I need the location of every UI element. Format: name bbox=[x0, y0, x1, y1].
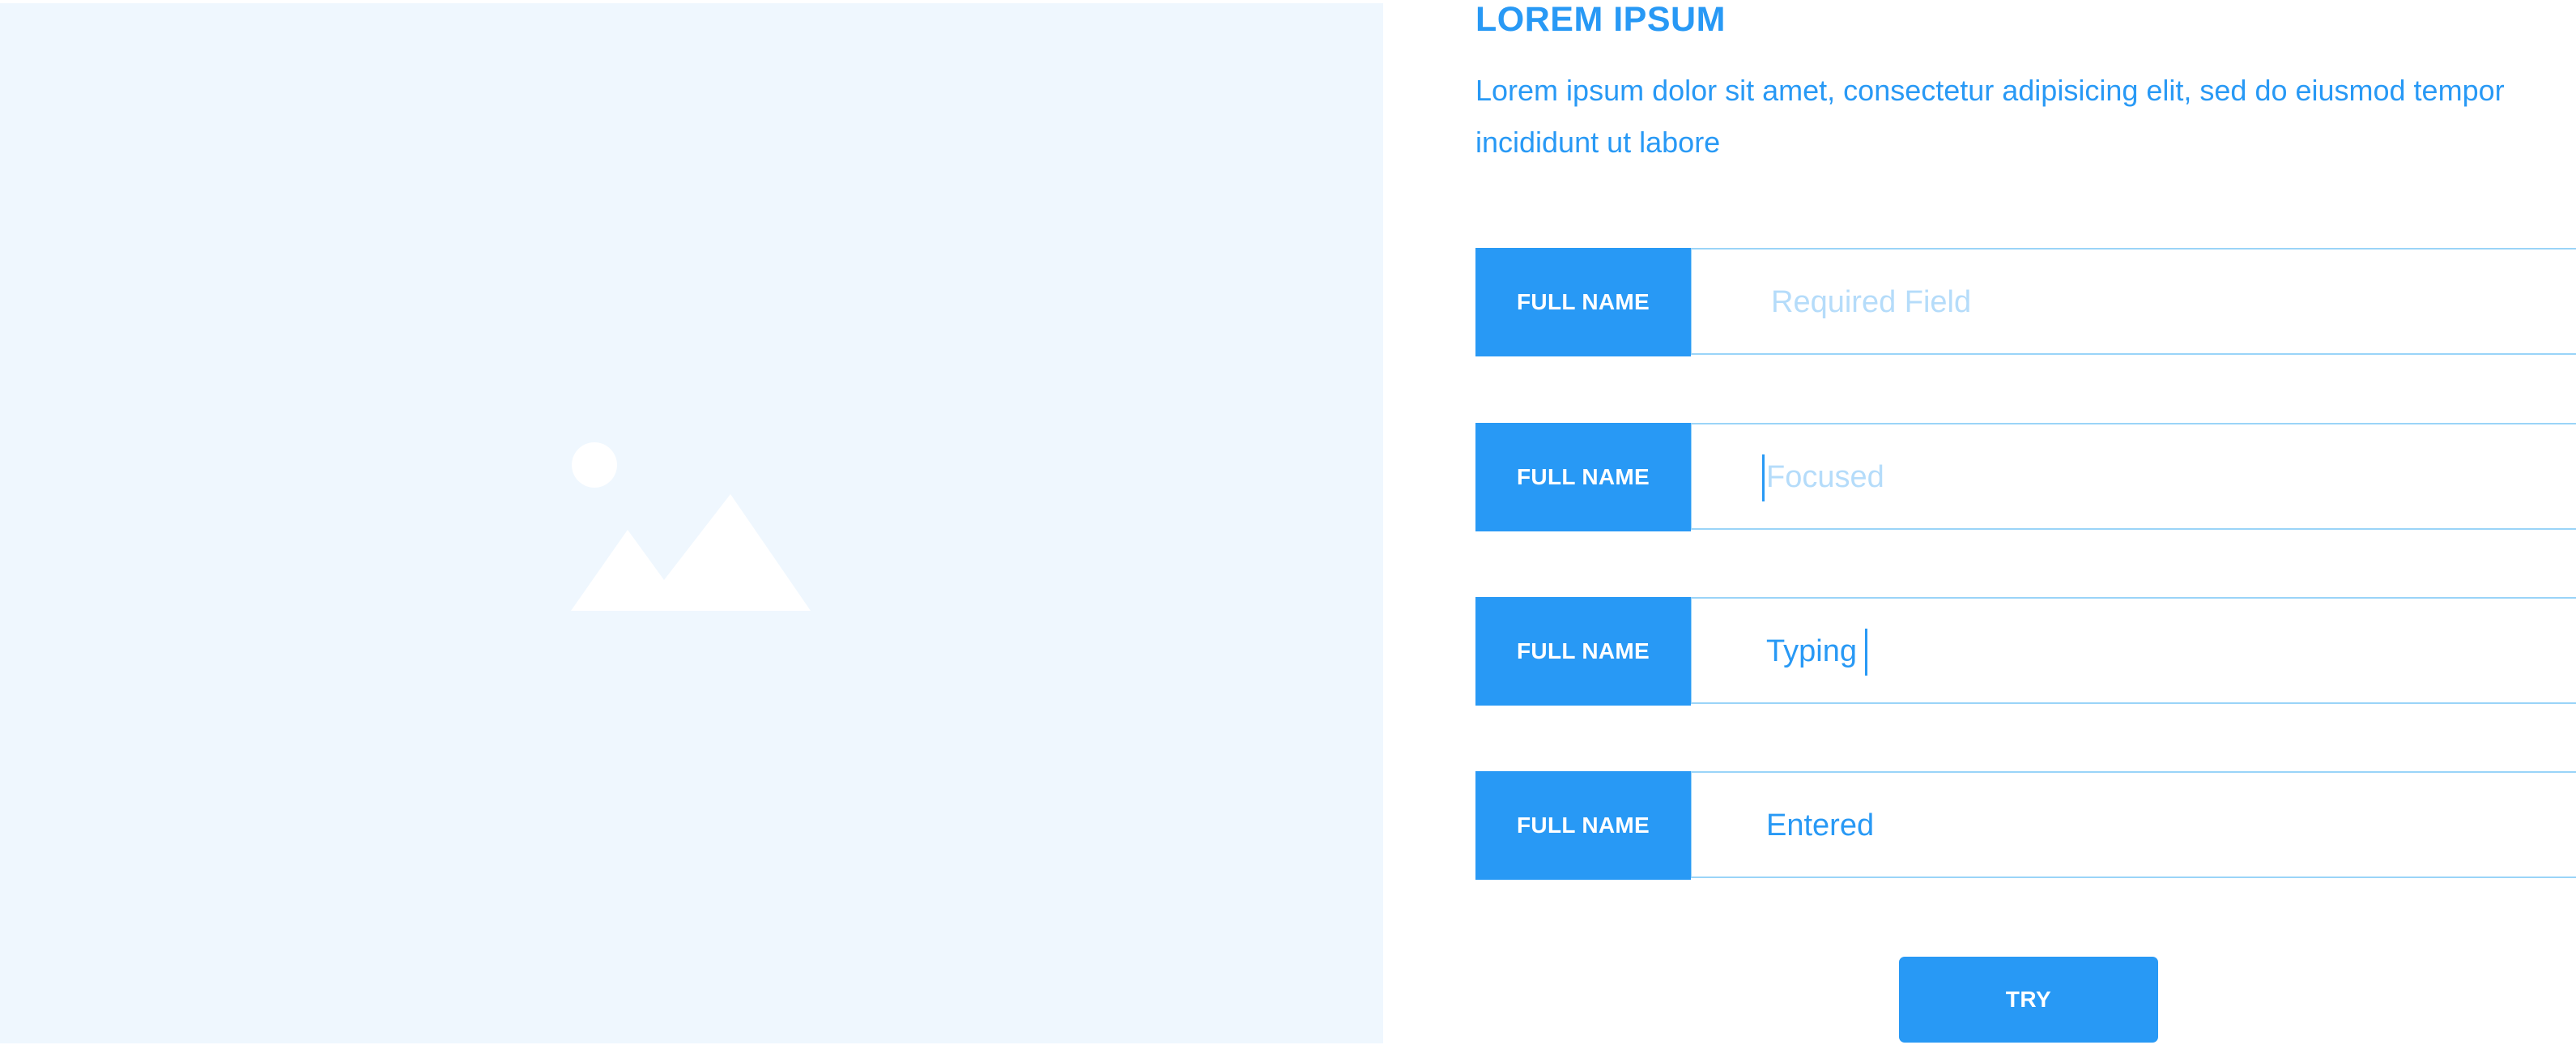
field-label: FULL NAME bbox=[1475, 248, 1691, 356]
full-name-field-focused: FULL NAME Focused bbox=[1475, 423, 2576, 531]
page-title: LOREM IPSUM bbox=[1475, 0, 1726, 39]
page-root: LOREM IPSUM Lorem ipsum dolor sit amet, … bbox=[0, 0, 2576, 1045]
full-name-field-required: FULL NAME Required Field bbox=[1475, 248, 2576, 356]
text-caret bbox=[1762, 454, 1765, 501]
field-label: FULL NAME bbox=[1475, 771, 1691, 880]
input-value: Entered bbox=[1766, 808, 1875, 842]
text-caret bbox=[1865, 629, 1867, 676]
input-placeholder: Focused bbox=[1766, 460, 1884, 494]
full-name-input-entered[interactable]: Entered bbox=[1691, 771, 2576, 878]
full-name-input-typing[interactable]: Typing bbox=[1691, 597, 2576, 704]
field-label: FULL NAME bbox=[1475, 423, 1691, 531]
input-value: Typing bbox=[1766, 634, 1857, 668]
try-button[interactable]: TRY bbox=[1899, 957, 2158, 1043]
full-name-input-required[interactable]: Required Field bbox=[1691, 248, 2576, 355]
full-name-field-typing: FULL NAME Typing bbox=[1475, 597, 2576, 706]
form-section: LOREM IPSUM Lorem ipsum dolor sit amet, … bbox=[1475, 0, 2576, 1045]
page-description: Lorem ipsum dolor sit amet, consectetur … bbox=[1475, 74, 2505, 159]
input-placeholder: Required Field bbox=[1771, 285, 1972, 319]
full-name-field-entered: FULL NAME Entered bbox=[1475, 771, 2576, 880]
image-panel bbox=[0, 3, 1383, 1043]
field-label: FULL NAME bbox=[1475, 597, 1691, 706]
image-placeholder-icon bbox=[571, 442, 811, 611]
full-name-input-focused[interactable]: Focused bbox=[1691, 423, 2576, 530]
